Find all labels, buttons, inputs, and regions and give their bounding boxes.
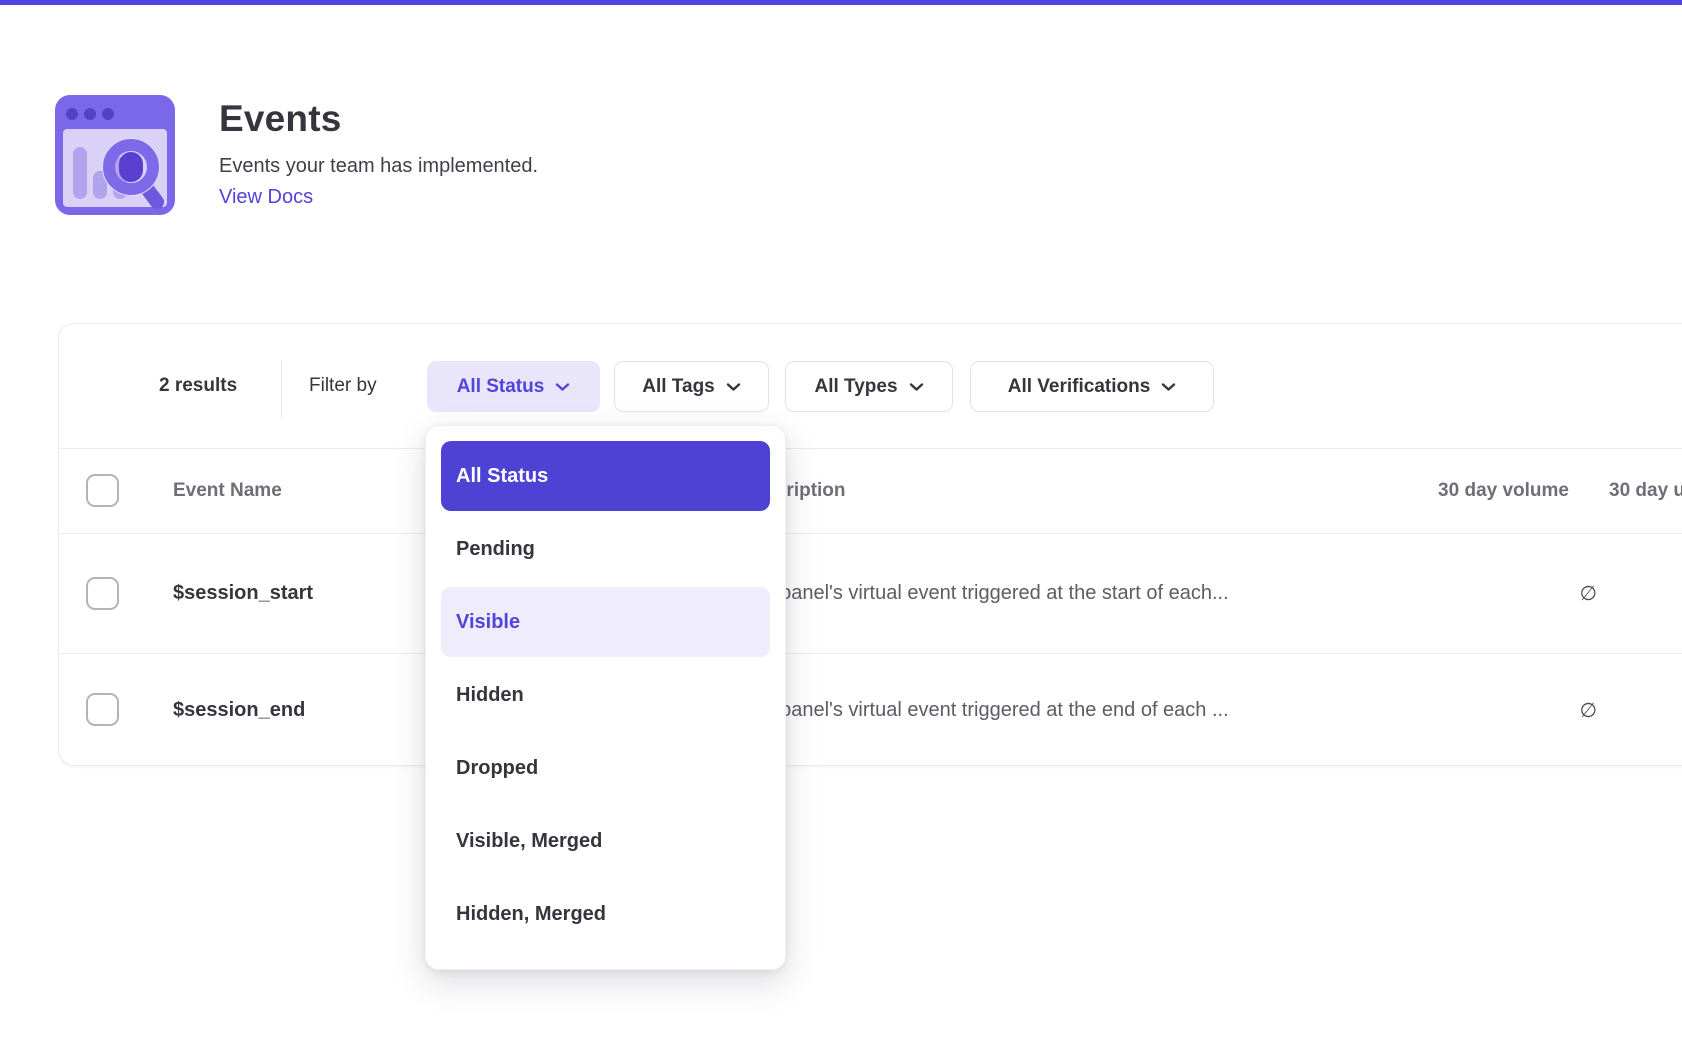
chevron-down-icon bbox=[726, 382, 741, 392]
filter-status-button[interactable]: All Status bbox=[427, 361, 600, 412]
events-page: Events Events your team has implemented.… bbox=[0, 0, 1682, 1046]
filter-tags-label: All Tags bbox=[642, 376, 715, 398]
event-name-cell[interactable]: $session_start bbox=[173, 534, 313, 653]
menu-item-pending[interactable]: Pending bbox=[441, 514, 770, 584]
table-row[interactable]: $session_end Mixpanel's virtual event tr… bbox=[59, 653, 1682, 766]
column-header-30-day-volume[interactable]: 30 day volume bbox=[1438, 449, 1569, 533]
menu-item-visible[interactable]: Visible bbox=[441, 587, 770, 657]
filter-types-button[interactable]: All Types bbox=[785, 361, 953, 412]
menu-item-all-status[interactable]: All Status bbox=[441, 441, 770, 511]
chevron-down-icon bbox=[555, 382, 570, 392]
filter-verifications-label: All Verifications bbox=[1008, 376, 1151, 398]
table-header-row: Event Name Description 30 day volume 30 … bbox=[59, 448, 1682, 534]
filter-toolbar: 2 results Filter by All Status All Tags … bbox=[59, 324, 1682, 448]
toolbar-divider bbox=[281, 360, 282, 418]
filter-tags-button[interactable]: All Tags bbox=[614, 361, 769, 412]
filter-types-label: All Types bbox=[814, 376, 897, 398]
menu-item-hidden[interactable]: Hidden bbox=[441, 660, 770, 730]
event-description-cell: Mixpanel's virtual event triggered at th… bbox=[749, 654, 1229, 766]
event-description-cell: Mixpanel's virtual event triggered at th… bbox=[749, 534, 1229, 653]
event-name-cell[interactable]: $session_end bbox=[173, 654, 305, 766]
chevron-down-icon bbox=[909, 382, 924, 392]
page-subtitle: Events your team has implemented. bbox=[219, 153, 538, 179]
page-title: Events bbox=[219, 97, 538, 141]
menu-item-visible-merged[interactable]: Visible, Merged bbox=[441, 806, 770, 876]
event-volume-cell: ∅ bbox=[1580, 534, 1597, 653]
events-table-card: 2 results Filter by All Status All Tags … bbox=[58, 323, 1682, 766]
results-count: 2 results bbox=[159, 324, 237, 448]
events-analytics-search-icon bbox=[55, 95, 175, 215]
view-docs-link[interactable]: View Docs bbox=[219, 186, 313, 209]
column-header-event-name[interactable]: Event Name bbox=[173, 449, 282, 533]
menu-item-dropped[interactable]: Dropped bbox=[441, 733, 770, 803]
row-checkbox[interactable] bbox=[86, 693, 119, 726]
filter-by-label: Filter by bbox=[309, 324, 377, 448]
chevron-down-icon bbox=[1161, 382, 1176, 392]
event-volume-cell: ∅ bbox=[1580, 654, 1597, 766]
table-row[interactable]: $session_start Mixpanel's virtual event … bbox=[59, 534, 1682, 653]
status-dropdown-menu: All Status Pending Visible Hidden Droppe… bbox=[425, 425, 786, 970]
top-progress-bar bbox=[0, 0, 1682, 5]
filter-verifications-button[interactable]: All Verifications bbox=[970, 361, 1214, 412]
column-header-30-day-users[interactable]: 30 day users bbox=[1609, 449, 1682, 533]
row-checkbox[interactable] bbox=[86, 577, 119, 610]
select-all-checkbox[interactable] bbox=[86, 474, 119, 507]
filter-status-label: All Status bbox=[457, 376, 545, 398]
menu-item-hidden-merged[interactable]: Hidden, Merged bbox=[441, 879, 770, 949]
